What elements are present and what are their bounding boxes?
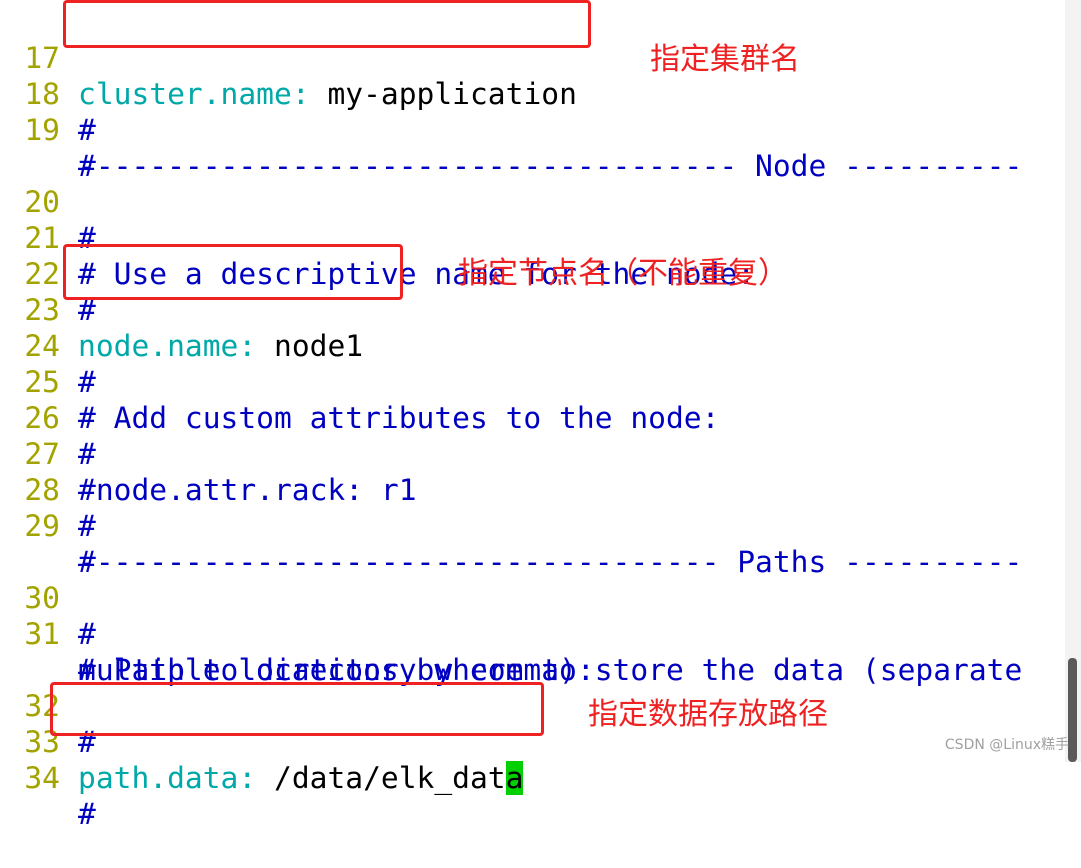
config-value: my-application bbox=[309, 77, 577, 111]
comment-text: # bbox=[78, 365, 96, 399]
comment-text: # bbox=[78, 797, 96, 831]
config-value: /data/elk_dat bbox=[256, 761, 506, 795]
config-colon: : bbox=[238, 761, 257, 795]
config-colon: : bbox=[238, 329, 257, 363]
code-line: 22 # bbox=[0, 220, 95, 327]
code-editor[interactable]: 17 cluster.name: my-application 18 # 19 … bbox=[0, 0, 1065, 831]
code-line: 27 #node.attr.rack: r1 bbox=[0, 400, 416, 507]
code-line: 26 # bbox=[0, 364, 95, 471]
text-cursor: a bbox=[505, 761, 524, 795]
highlight-box-cluster-name bbox=[63, 0, 591, 48]
code-line: 24 # bbox=[0, 292, 95, 399]
comment-text: # bbox=[78, 437, 96, 471]
code-line: 18 # bbox=[0, 40, 95, 147]
annotation-node-name: 指定节点名（不能重复） bbox=[458, 256, 788, 291]
config-colon: : bbox=[291, 77, 310, 111]
line-number: 34 bbox=[24, 761, 60, 795]
config-key: cluster.name bbox=[78, 77, 292, 111]
code-line: 30 # bbox=[0, 544, 95, 651]
annotation-cluster-name: 指定集群名 bbox=[650, 42, 800, 77]
code-line: 31 # Path to directory where to store th… bbox=[0, 580, 1022, 687]
code-line: 21 # Use a descriptive name for the node… bbox=[0, 184, 755, 291]
comment-text-wrap: -------------------------- bbox=[78, 545, 542, 579]
annotation-path-data: 指定数据存放路径 bbox=[588, 697, 828, 732]
code-line-wrap: -------------------------- bbox=[0, 112, 541, 183]
comment-text-wrap: -------------------------- bbox=[78, 149, 542, 183]
scrollbar-thumb[interactable] bbox=[1068, 658, 1077, 762]
highlight-box-node-name bbox=[63, 244, 403, 300]
code-line: 23 node.name: node1 bbox=[0, 256, 363, 363]
config-key: path.data bbox=[78, 761, 239, 795]
code-line: 20 # bbox=[0, 148, 95, 255]
code-line-wrap: multiple locations by comma): bbox=[0, 616, 595, 687]
code-line: 17 cluster.name: my-application bbox=[0, 4, 577, 111]
code-line: 19 # -----------------------------------… bbox=[0, 76, 1022, 183]
comment-text: # bbox=[78, 113, 96, 147]
comment-text: # bbox=[78, 509, 96, 543]
code-line-wrap: -------------------------- bbox=[0, 508, 541, 579]
config-key: node.name bbox=[78, 329, 239, 363]
watermark: CSDN @Linux糕手 bbox=[944, 737, 1069, 753]
config-value: node1 bbox=[256, 329, 364, 363]
comment-text: # Add custom attributes to the node: bbox=[78, 401, 720, 435]
code-line: 28 # bbox=[0, 436, 95, 543]
code-line: 25 # Add custom attributes to the node: bbox=[0, 328, 719, 435]
highlight-box-path-data bbox=[50, 682, 544, 736]
comment-text: # bbox=[78, 617, 96, 651]
code-line: 29 # ---------------------------------- … bbox=[0, 472, 1022, 579]
vertical-scrollbar[interactable] bbox=[1065, 0, 1081, 762]
comment-text: #node.attr.rack: r1 bbox=[78, 473, 417, 507]
